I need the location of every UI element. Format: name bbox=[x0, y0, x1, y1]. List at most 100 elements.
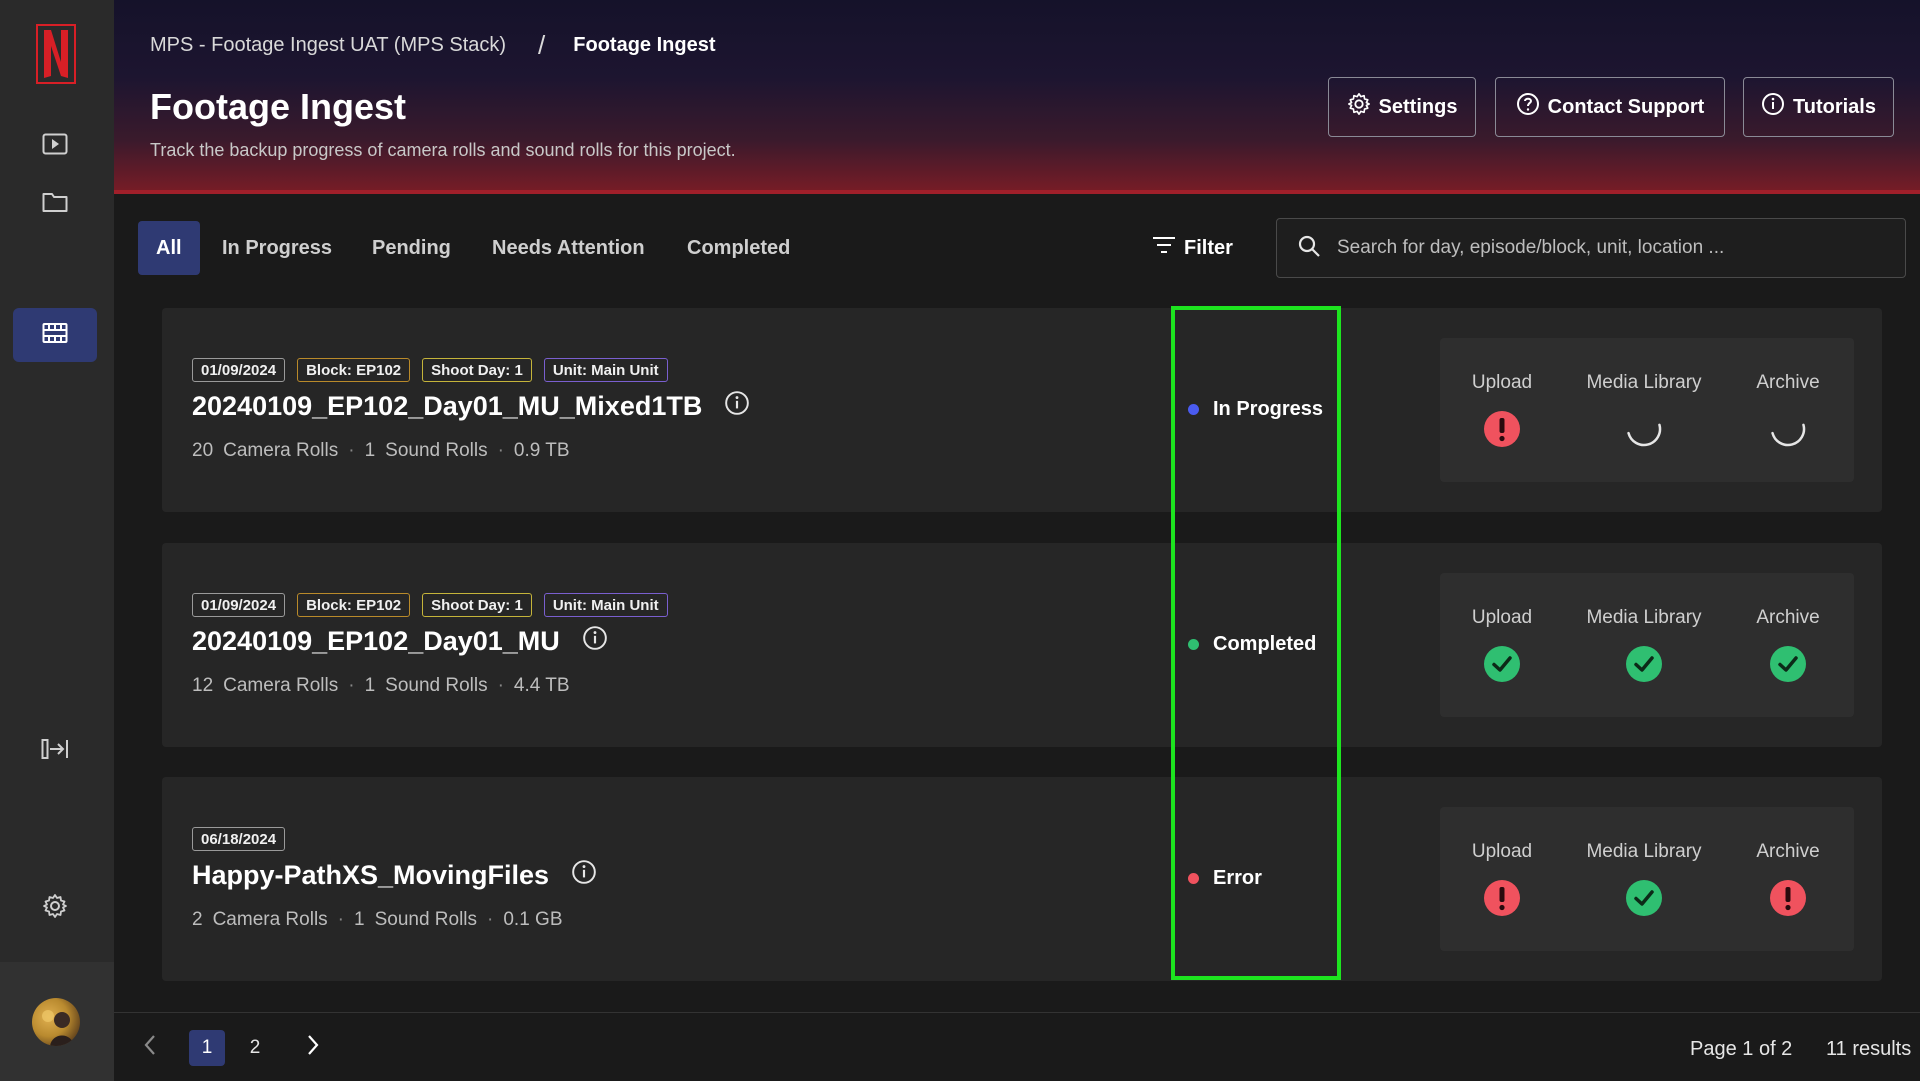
tutorials-button[interactable]: Tutorials bbox=[1743, 77, 1894, 137]
unit-tag: Unit: Main Unit bbox=[543, 358, 668, 382]
shoot-day-tag: Shoot Day: 1 bbox=[422, 358, 532, 382]
sound-roll-label: Sound Rolls bbox=[374, 909, 478, 930]
ingest-card[interactable]: 01/09/2024 Block: EP102 Shoot Day: 1 Uni… bbox=[162, 308, 1882, 512]
spinner-icon bbox=[1769, 410, 1807, 448]
tab-all[interactable]: All bbox=[138, 221, 200, 275]
results-count: 11 results bbox=[1826, 1038, 1912, 1060]
info-icon bbox=[1761, 92, 1785, 122]
status-badge: In Progress bbox=[1188, 398, 1323, 421]
step-media-library: Media Library bbox=[1574, 607, 1714, 683]
card-meta: 20 Camera Rolls · 1 Sound Rolls · 0.9 TB bbox=[192, 440, 570, 462]
netflix-logo-icon[interactable] bbox=[36, 24, 76, 84]
filter-button[interactable]: Filter bbox=[1152, 232, 1233, 264]
help-circle-icon bbox=[1516, 92, 1540, 122]
tutorials-label: Tutorials bbox=[1793, 95, 1876, 118]
info-icon[interactable] bbox=[582, 625, 608, 658]
gear-icon bbox=[1347, 92, 1371, 122]
status-badge: Error bbox=[1188, 867, 1262, 890]
card-title: Happy-PathXS_MovingFiles bbox=[192, 859, 597, 892]
tab-in-progress[interactable]: In Progress bbox=[204, 221, 350, 275]
step-archive: Archive bbox=[1718, 841, 1858, 917]
step-upload: Upload bbox=[1432, 372, 1572, 448]
camera-roll-count: 20 bbox=[192, 440, 214, 461]
shoot-day-tag: Shoot Day: 1 bbox=[422, 593, 532, 617]
ingest-card[interactable]: 06/18/2024 Happy-PathXS_MovingFiles 2 Ca… bbox=[162, 777, 1882, 981]
error-icon bbox=[1483, 410, 1521, 448]
step-label: Upload bbox=[1471, 841, 1533, 862]
info-icon[interactable] bbox=[724, 390, 750, 423]
footer-divider bbox=[114, 1012, 1920, 1013]
status-label: Error bbox=[1213, 867, 1262, 889]
step-archive: Archive bbox=[1718, 372, 1858, 448]
meta-separator: · bbox=[497, 675, 504, 696]
next-page-button[interactable] bbox=[295, 1030, 331, 1066]
step-label: Archive bbox=[1756, 841, 1820, 862]
gear-icon[interactable] bbox=[39, 890, 71, 922]
step-label: Media Library bbox=[1586, 841, 1702, 862]
check-icon bbox=[1625, 879, 1663, 917]
search-icon bbox=[1297, 234, 1321, 263]
sound-roll-label: Sound Rolls bbox=[385, 675, 488, 696]
step-label: Archive bbox=[1756, 607, 1820, 628]
status-dot-icon bbox=[1188, 404, 1199, 415]
previous-page-button[interactable] bbox=[132, 1030, 168, 1066]
info-icon[interactable] bbox=[571, 859, 597, 892]
page-subtitle: Track the backup progress of camera roll… bbox=[150, 140, 736, 160]
camera-roll-label: Camera Rolls bbox=[223, 440, 339, 461]
status-label: In Progress bbox=[1213, 398, 1324, 420]
camera-roll-label: Camera Rolls bbox=[212, 909, 328, 930]
card-title-text: 20240109_EP102_Day01_MU_Mixed1TB bbox=[192, 391, 703, 421]
play-video-icon[interactable] bbox=[39, 128, 71, 160]
filter-label: Filter bbox=[1184, 236, 1233, 259]
step-progress-panel: Upload Media Library Archive bbox=[1440, 338, 1854, 482]
search-input[interactable] bbox=[1337, 237, 1877, 259]
step-label: Upload bbox=[1471, 372, 1533, 393]
page-title: Footage Ingest bbox=[150, 86, 407, 127]
step-upload: Upload bbox=[1432, 607, 1572, 683]
avatar[interactable] bbox=[32, 998, 80, 1046]
camera-roll-count: 2 bbox=[192, 909, 203, 930]
sound-roll-label: Sound Rolls bbox=[385, 440, 488, 461]
filter-icon bbox=[1152, 236, 1176, 260]
tab-pending[interactable]: Pending bbox=[354, 221, 469, 275]
step-progress-panel: Upload Media Library Archive bbox=[1440, 573, 1854, 717]
camera-roll-count: 12 bbox=[192, 675, 214, 696]
check-icon bbox=[1625, 645, 1663, 683]
camera-roll-label: Camera Rolls bbox=[223, 675, 339, 696]
card-title: 20240109_EP102_Day01_MU_Mixed1TB bbox=[192, 390, 750, 423]
card-title-text: Happy-PathXS_MovingFiles bbox=[192, 860, 550, 890]
block-tag: Block: EP102 bbox=[297, 358, 411, 382]
page-1-button[interactable]: 1 bbox=[189, 1030, 225, 1066]
date-tag: 06/18/2024 bbox=[192, 827, 286, 851]
footage-ingest-nav-item[interactable] bbox=[13, 308, 97, 362]
step-upload: Upload bbox=[1432, 841, 1572, 917]
card-meta: 12 Camera Rolls · 1 Sound Rolls · 4.4 TB bbox=[192, 675, 570, 697]
page-2-button[interactable]: 2 bbox=[237, 1030, 273, 1066]
breadcrumb-project-link[interactable]: MPS - Footage Ingest UAT (MPS Stack) bbox=[150, 34, 506, 57]
error-icon bbox=[1483, 879, 1521, 917]
date-tag: 01/09/2024 bbox=[192, 358, 286, 382]
settings-button[interactable]: Settings bbox=[1328, 77, 1476, 137]
step-media-library: Media Library bbox=[1574, 841, 1714, 917]
status-dot-icon bbox=[1188, 873, 1199, 884]
meta-separator: · bbox=[348, 675, 355, 696]
ingest-card[interactable]: 01/09/2024 Block: EP102 Shoot Day: 1 Uni… bbox=[162, 543, 1882, 747]
sound-roll-count: 1 bbox=[364, 440, 376, 461]
error-icon bbox=[1769, 879, 1807, 917]
contact-support-button[interactable]: Contact Support bbox=[1495, 77, 1725, 137]
step-label: Upload bbox=[1471, 607, 1533, 628]
meta-separator: · bbox=[497, 440, 504, 461]
total-size: 0.9 TB bbox=[513, 440, 570, 461]
card-meta: 2 Camera Rolls · 1 Sound Rolls · 0.1 GB bbox=[192, 909, 563, 931]
tab-needs-attention[interactable]: Needs Attention bbox=[474, 221, 663, 275]
unit-tag: Unit: Main Unit bbox=[543, 593, 668, 617]
card-title: 20240109_EP102_Day01_MU bbox=[192, 625, 608, 658]
check-icon bbox=[1483, 645, 1521, 683]
expand-sidebar-icon[interactable] bbox=[39, 733, 71, 765]
status-dot-icon bbox=[1188, 639, 1199, 650]
breadcrumb: MPS - Footage Ingest UAT (MPS Stack) / F… bbox=[150, 30, 716, 61]
folder-icon[interactable] bbox=[39, 186, 71, 218]
block-tag: Block: EP102 bbox=[297, 593, 411, 617]
tab-completed[interactable]: Completed bbox=[669, 221, 808, 275]
meta-separator: · bbox=[348, 440, 355, 461]
